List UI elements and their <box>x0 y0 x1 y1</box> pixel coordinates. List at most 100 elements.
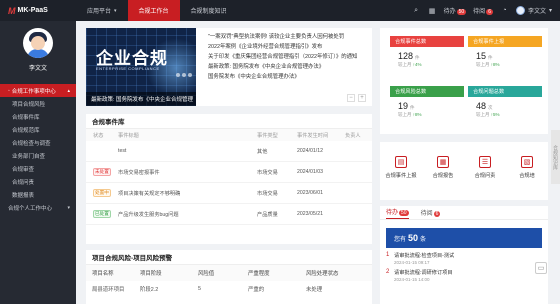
quick-actions: ▤ 合规事件上报 ▦ 合规报告 ☰ 合规问责 ▧ 合规培 <box>380 142 548 179</box>
news-item[interactable]: 最新政策: 国务院发布《中央企业合规管理办法》 <box>208 62 366 72</box>
carousel-prev-button[interactable]: − <box>347 94 355 102</box>
project-risk-panel: 项目合规风险-项目风险预警 项目名称 项目阶段 风险值 严重程度 风险处理状态 … <box>86 250 372 304</box>
sidebar-item-work-center[interactable]: ◦ 合规工作事项中心 ▴ <box>0 84 76 97</box>
sidebar-item-personal-center[interactable]: 合规个人工作中心 ▾ <box>0 201 76 214</box>
event-type: 市场交易 <box>257 190 278 197</box>
event-date: 2023/05/21 <box>297 211 323 217</box>
report-icon: ▤ <box>395 156 407 168</box>
trend-label: 较上月 <box>476 112 490 117</box>
todo-link[interactable]: 待办 50 <box>444 6 467 15</box>
sidebar-item-inspection[interactable]: 合规检查与调查 <box>0 136 76 149</box>
pending-link[interactable]: 待阅 6 <box>473 6 493 15</box>
sidebar-item-review[interactable]: 合规审查 <box>0 162 76 175</box>
carousel-controls: − + <box>347 94 366 102</box>
user-menu[interactable]: 李文文 ▾ <box>515 6 552 15</box>
stat-card-risk[interactable]: 合规风险总数 19 件 较上月 ↑8% <box>390 86 464 128</box>
event-title[interactable]: 产品升级发生服务bug问题 <box>118 211 257 218</box>
logo-mark: M <box>8 5 16 16</box>
event-title[interactable]: 市场交易密报事件 <box>118 169 257 176</box>
quick-label: 合规培 <box>519 173 535 179</box>
table-row[interactable]: 处置中 项目决策有关规定不够明确 市场交易 2023/06/01 <box>86 183 372 204</box>
stat-label: 合规风险总数 <box>390 86 464 97</box>
news-item[interactable]: "一案双罚"典型执法案例! 该较企业主要负责人因何被处罚 <box>208 32 366 42</box>
tab-todo[interactable]: 待办 50 <box>386 207 409 219</box>
table-row[interactable]: 未处置 市场交易密报事件 市场交易 2024/01/03 <box>86 162 372 183</box>
quick-event-report[interactable]: ▤ 合规事件上报 <box>381 156 421 179</box>
document-icon: ▦ <box>437 156 449 168</box>
news-item[interactable]: 国务院发布《中央企业合规管理办法》 <box>208 72 366 82</box>
list-item[interactable]: 2 请审批流程:调研修订项目 2024-01-15 14:00 <box>386 269 542 282</box>
stat-card-total[interactable]: 合规事件总数 128 件 较上月 ↑4% <box>390 36 464 78</box>
tab-read[interactable]: 待阅 6 <box>421 208 441 219</box>
banner-image[interactable]: 企业合规 ENTERPRISE COMPLIANCE 最新政策: 国务院发布《中… <box>86 28 196 106</box>
column-header: 事件标题 <box>118 132 139 139</box>
todo-panel: 待办 50 待阅 6 您有 50 条 1 请审批流程:检查项目-测试 2024-01… <box>380 206 548 304</box>
column-header: 项目名称 <box>92 271 114 277</box>
sidebar: 李文文 ◦ 合规工作事项中心 ▴ 项目合规风险 合规事件库 合规规范库 合规检查… <box>0 21 76 304</box>
nav-compliance-workbench[interactable]: 合规工作台 <box>127 0 180 21</box>
sidebar-item-norms-library[interactable]: 合规规范库 <box>0 123 76 136</box>
avatar[interactable] <box>23 28 53 58</box>
status-badge: 已处置 <box>93 210 111 218</box>
table-row[interactable]: 局县道环项目 阶段2.2 5 严重的 未处理 <box>86 281 372 297</box>
carousel-next-button[interactable]: + <box>358 94 366 102</box>
status-cell: 处置中 <box>86 189 118 197</box>
sidebar-item-self-check[interactable]: 业务部门自查 <box>0 149 76 162</box>
search-icon[interactable]: ⌕ <box>412 6 421 15</box>
stat-card-issues[interactable]: 合规问题总数 48 次 较上月 ↑5% <box>468 86 542 128</box>
grid-icon[interactable]: ▦ <box>428 6 437 15</box>
table-row[interactable]: 已处置 产品升级发生服务bug问题 产品质量 2023/05/21 <box>86 204 372 225</box>
sidebar-item-project-risk[interactable]: 项目合规风险 <box>0 97 76 110</box>
sidebar-item-label: 合规个人工作中心 <box>8 205 53 212</box>
sidebar-item-event-library[interactable]: 合规事件库 <box>0 110 76 123</box>
event-title[interactable]: 项目决策有关规定不够明确 <box>118 190 257 197</box>
chevron-down-icon: ▾ <box>67 204 70 211</box>
quick-actions-panel: ▤ 合规事件上报 ▦ 合规报告 ☰ 合规问责 ▧ 合规培 <box>380 142 548 200</box>
table-row[interactable]: test 其他 2024/01/12 <box>86 141 372 162</box>
status-badge: 未处置 <box>93 168 111 176</box>
column-header: 负责人 <box>345 132 361 139</box>
top-bar: M MK-PaaS 应用平台 ▾ 合规工作台 合规制度知识 ⌕ ▦ 待办 50 待… <box>0 0 560 21</box>
stat-number: 15 <box>476 51 487 61</box>
quick-compliance-report[interactable]: ▦ 合规报告 <box>423 156 463 179</box>
app-logo[interactable]: M MK-PaaS <box>0 0 76 21</box>
sidebar-item-accountability[interactable]: 合规问责 <box>0 175 76 188</box>
carousel-dots[interactable] <box>176 73 192 77</box>
chat-icon[interactable]: ▭ <box>535 262 547 274</box>
sidebar-item-label: 合规检查与调查 <box>12 140 51 147</box>
project-name[interactable]: 局县道环项目 <box>86 285 140 293</box>
stat-card-reported[interactable]: 合规事件上报 15 件 较上月 ↑8% <box>468 36 542 78</box>
event-title[interactable]: test <box>118 148 257 154</box>
chevron-down-icon: ▾ <box>548 8 552 14</box>
training-icon: ▧ <box>521 156 533 168</box>
logo-name: MK-PaaS <box>17 7 48 14</box>
banner-caption: 最新政策: 国务院发布《中央企业合规管理 <box>86 92 196 106</box>
nav-label: 合规制度知识 <box>190 9 227 15</box>
status-badge: 处置中 <box>93 189 111 197</box>
stat-unit: 件 <box>410 105 415 110</box>
item-index: 2 <box>386 269 390 275</box>
nav-compliance-knowledge[interactable]: 合规制度知识 <box>180 0 238 21</box>
panel-title: 项目合规风险-项目风险预警 <box>86 250 372 265</box>
column-header: 状态 <box>93 132 104 139</box>
tab-label: 待办 <box>386 210 399 216</box>
bell-icon[interactable]: ◔ <box>500 6 509 15</box>
sidebar-item-label: 合规审查 <box>12 166 35 173</box>
list-item[interactable]: 1 请审批流程:检查项目-测试 2024-01-15 09:17 <box>386 252 542 265</box>
sidebar-item-reports[interactable]: 数据报表 <box>0 188 76 201</box>
sidebar-item-label: 合规工作事项中心 <box>11 88 56 95</box>
trend-value: 4% <box>415 62 422 67</box>
status-cell: 已处置 <box>86 210 118 218</box>
quick-accountability[interactable]: ☰ 合规问责 <box>465 156 505 179</box>
quick-training[interactable]: ▧ 合规培 <box>507 156 547 179</box>
nav-app-platform[interactable]: 应用平台 ▾ <box>76 0 128 21</box>
event-date: 2024/01/12 <box>297 148 323 154</box>
risk-severity: 严重的 <box>248 287 265 293</box>
news-item[interactable]: 2022年案例《企业境外经营合规管理指引》发布 <box>208 42 366 52</box>
stat-value: 48 次 <box>468 101 542 111</box>
news-item[interactable]: 关于印发《重庆集团经营合规管理指引（2022年修订）》的通知 <box>208 52 366 62</box>
todo-summary[interactable]: 您有 50 条 <box>386 228 542 248</box>
stat-trend: 较上月 ↑4% <box>390 62 464 68</box>
event-type: 其他 <box>257 148 268 155</box>
side-tab-knowledge[interactable]: 合规知识库 <box>551 130 560 184</box>
